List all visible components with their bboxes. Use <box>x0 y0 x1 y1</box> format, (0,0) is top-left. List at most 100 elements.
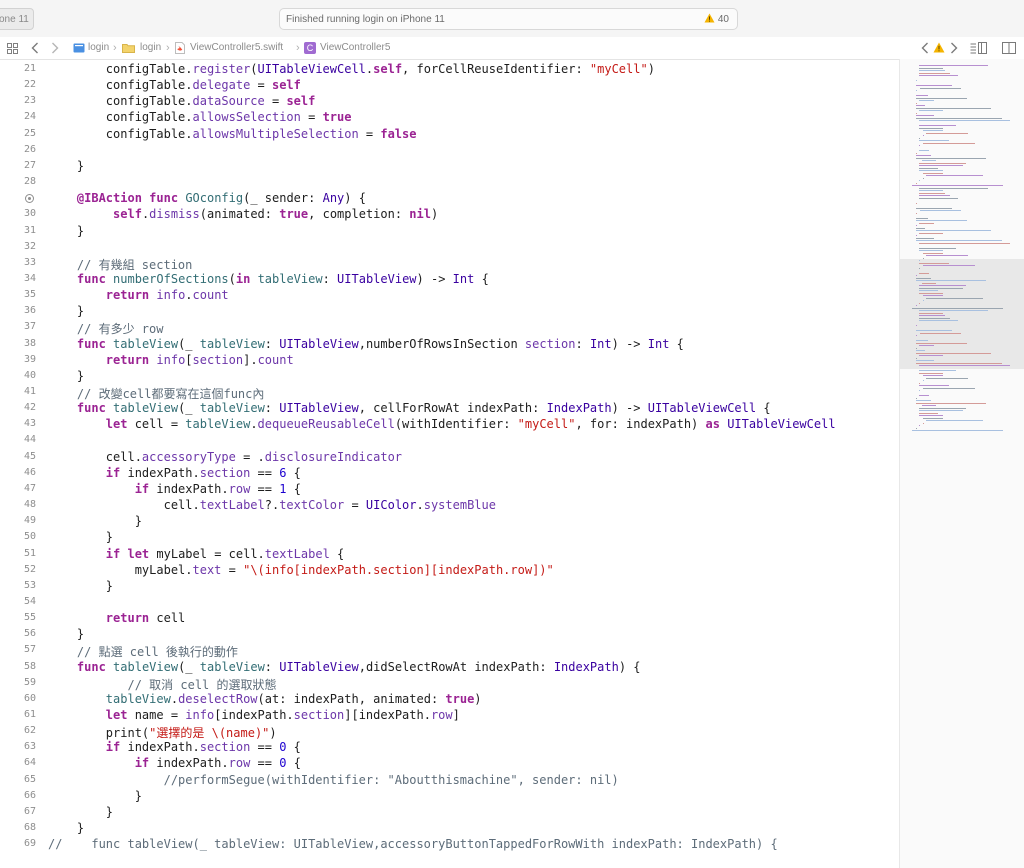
minimap-line <box>915 275 917 276</box>
split-editor-icon[interactable] <box>1002 42 1016 54</box>
minimap-line <box>919 410 964 411</box>
ibaction-connection-icon[interactable] <box>25 194 34 204</box>
line-number: 66 <box>23 789 36 801</box>
crumb-file[interactable]: ViewController5.swift <box>190 37 283 59</box>
minimap-line <box>919 287 964 289</box>
code-line[interactable]: } <box>48 530 113 544</box>
line-number: 39 <box>23 353 36 365</box>
minimap-line <box>919 195 950 196</box>
device-tab[interactable]: one 11 <box>0 8 34 30</box>
code-line[interactable]: let cell = tableView.dequeueReusableCell… <box>48 417 836 431</box>
minimap-line <box>919 370 957 371</box>
code-line[interactable]: // 改變cell都要寫在這個func內 <box>48 385 264 402</box>
back-chevron-icon[interactable] <box>31 42 39 54</box>
minimap-line <box>922 380 924 381</box>
line-number: 68 <box>23 822 36 834</box>
code-line[interactable]: } <box>48 369 84 383</box>
code-line[interactable]: } <box>48 579 113 593</box>
line-number: 50 <box>23 531 36 543</box>
code-line[interactable]: } <box>48 821 84 835</box>
code-line[interactable]: // 取消 cell 的選取狀態 <box>48 676 276 693</box>
minimap-line <box>922 387 975 389</box>
code-line[interactable]: if indexPath.section == 0 { <box>48 740 301 754</box>
line-number: 25 <box>23 127 36 139</box>
warnings-indicator[interactable]: 40 <box>704 9 729 30</box>
minimap-line <box>919 267 921 269</box>
minimap-line <box>920 332 961 334</box>
minimap-line <box>922 257 924 259</box>
minimap-line <box>920 210 961 211</box>
code-line[interactable]: // 點選 cell 後執行的動作 <box>48 643 238 660</box>
minimap-line <box>922 300 924 301</box>
line-number: 49 <box>23 515 36 527</box>
minimap-line <box>915 227 925 229</box>
code-line[interactable]: } <box>48 805 113 819</box>
crumb-project[interactable]: login <box>88 37 109 59</box>
code-line[interactable]: func numberOfSections(in tableView: UITa… <box>48 272 489 286</box>
minimap-line <box>915 220 967 221</box>
minimap-line <box>919 110 943 111</box>
minimap-line <box>919 120 1011 121</box>
minimap-line <box>915 212 917 214</box>
crumb-separator: › <box>113 42 117 54</box>
code-line[interactable]: cell.accessoryType = .disclosureIndicato… <box>48 450 402 464</box>
code-line[interactable]: self.dismiss(animated: true, completion:… <box>48 207 438 221</box>
minimap-line <box>922 142 975 144</box>
code-line[interactable]: myLabel.text = "\(info[indexPath.section… <box>48 563 554 577</box>
editor-options-icon[interactable] <box>970 42 987 54</box>
line-number: 46 <box>23 466 36 478</box>
minimap-line <box>919 262 949 264</box>
next-issue-icon[interactable] <box>950 42 958 54</box>
code-line[interactable]: configTable.allowsMultipleSelection = fa… <box>48 127 417 141</box>
minimap-line <box>915 305 917 306</box>
code-line[interactable]: } <box>48 224 84 238</box>
related-items-icon[interactable] <box>7 43 18 54</box>
minimap-line <box>922 265 975 266</box>
code-line[interactable]: cell.textLabel?.textColor = UIColor.syst… <box>48 498 496 512</box>
code-line[interactable]: return cell <box>48 611 185 625</box>
code-line[interactable]: } <box>48 789 142 803</box>
code-line[interactable]: return info[section].count <box>48 353 294 367</box>
code-editor[interactable]: 21 configTable.register(UITableViewCell.… <box>0 59 899 868</box>
forward-chevron-icon[interactable] <box>51 42 59 54</box>
minimap-line <box>919 192 946 194</box>
minimap-line <box>915 427 917 429</box>
activity-status-bar[interactable]: Finished running login on iPhone 11 40 <box>279 8 738 30</box>
code-line[interactable]: //performSegue(withIdentifier: "Aboutthi… <box>48 773 619 787</box>
code-line[interactable]: configTable.delegate = self <box>48 78 301 92</box>
minimap-line <box>922 252 944 254</box>
code-line[interactable]: if indexPath.section == 6 { <box>48 466 301 480</box>
code-line[interactable]: } <box>48 627 84 641</box>
code-line[interactable]: func tableView(_ tableView: UITableView,… <box>48 337 684 351</box>
code-line[interactable]: // 有幾組 section <box>48 256 192 273</box>
code-line[interactable]: // 有多少 row <box>48 320 164 337</box>
code-line[interactable]: func tableView(_ tableView: UITableView,… <box>48 401 771 415</box>
issue-warning-icon[interactable] <box>933 42 945 53</box>
code-line[interactable]: if indexPath.row == 1 { <box>48 482 301 496</box>
code-line[interactable]: } <box>48 514 142 528</box>
code-line[interactable]: // func tableView(_ tableView: UITableVi… <box>48 837 778 851</box>
code-line[interactable]: configTable.allowsSelection = true <box>48 110 352 124</box>
code-line[interactable]: if let myLabel = cell.textLabel { <box>48 547 344 561</box>
code-line[interactable]: configTable.register(UITableViewCell.sel… <box>48 62 655 76</box>
crumb-class[interactable]: ViewController5 <box>320 37 390 59</box>
code-line[interactable]: configTable.dataSource = self <box>48 94 316 108</box>
minimap-line <box>922 375 944 376</box>
minimap-line <box>915 95 929 96</box>
code-line[interactable]: if indexPath.row == 0 { <box>48 756 301 770</box>
code-line[interactable]: } <box>48 159 84 173</box>
minimap-line <box>919 100 935 101</box>
code-line[interactable]: tableView.deselectRow(at: indexPath, ani… <box>48 692 482 706</box>
line-number: 52 <box>23 563 36 575</box>
code-line[interactable]: } <box>48 304 84 318</box>
code-line[interactable]: let name = info[indexPath.section][index… <box>48 708 460 722</box>
previous-issue-icon[interactable] <box>921 42 929 54</box>
code-line[interactable]: @IBAction func GOconfig(_ sender: Any) { <box>48 191 366 205</box>
minimap[interactable] <box>899 59 1024 868</box>
crumb-group[interactable]: login <box>140 37 161 59</box>
code-line[interactable]: print("選擇的是 \(name)") <box>48 724 277 741</box>
minimap-line <box>915 157 986 159</box>
code-line[interactable]: func tableView(_ tableView: UITableView,… <box>48 660 641 674</box>
code-line[interactable]: return info.count <box>48 288 229 302</box>
minimap-line <box>919 242 1011 244</box>
